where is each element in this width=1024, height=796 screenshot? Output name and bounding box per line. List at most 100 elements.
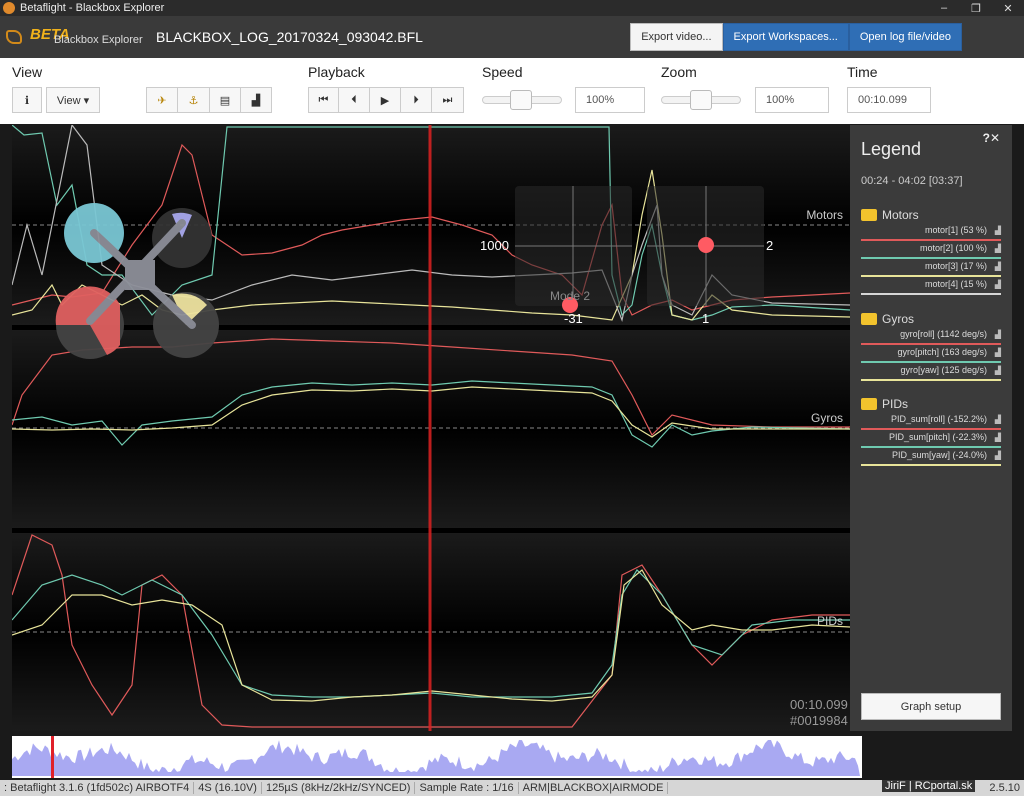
legend-title: Legend (861, 139, 922, 159)
stick-right-value-right: 2 (766, 238, 773, 253)
window-titlebar: Betaflight - Blackbox Explorer – ❐ ✕ (0, 0, 1024, 16)
seek-bar[interactable] (12, 736, 862, 778)
skip-end-icon[interactable]: ⏭ (432, 87, 464, 113)
speed-input[interactable]: 100% (575, 87, 645, 113)
legend-group-header[interactable]: Motors (861, 207, 1001, 223)
speed-label: Speed (482, 64, 523, 80)
legend-item[interactable]: gyro[pitch] (163 deg/s) ▟ (861, 345, 1001, 363)
status-bar: : Betaflight 3.1.6 (1fd502c) AIRBOTF4 4S… (0, 780, 1024, 796)
zoom-group: Zoom 100% (661, 64, 829, 113)
stick-right-value-bottom: 1 (702, 311, 709, 326)
toolbar: View ℹ View ▾ ✈ ⚓ ▤ ▟ Playback ⏮ ⏴ ▶ ⏵ ⏭… (0, 58, 1024, 124)
step-back-icon[interactable]: ⏴ (339, 87, 370, 113)
legend-item[interactable]: PID_sum[pitch] (-22.3%) ▟ (861, 430, 1001, 448)
legend-item[interactable]: motor[4] (15 %) ▟ (861, 277, 1001, 295)
spectrum-icon[interactable]: ▟ (995, 280, 1001, 289)
legend-panel: Legend ?✕ 00:24 - 04:02 [03:37] Motors m… (850, 125, 1012, 731)
status-loop-time: 125µS (8kHz/2kHz/SYNCED) (262, 782, 416, 794)
time-readout: 00:10.099 (790, 697, 848, 712)
view-group: View ℹ View ▾ ✈ ⚓ ▤ ▟ (12, 64, 272, 113)
legend-help-close-icon[interactable]: ?✕ (983, 131, 1000, 145)
stick-overlay-right (647, 186, 764, 306)
view-label: View (12, 64, 43, 80)
folder-icon (861, 209, 877, 221)
zoom-label: Zoom (661, 64, 697, 80)
status-credit: JiriF | RCportal.sk (882, 780, 976, 792)
pids-graph-label: PIDs (817, 614, 843, 628)
legend-item[interactable]: gyro[roll] (1142 deg/s) ▟ (861, 327, 1001, 345)
spectrum-icon[interactable]: ▟ (995, 330, 1001, 339)
folder-icon (861, 313, 877, 325)
status-flags: ARM|BLACKBOX|AIRMODE (519, 782, 669, 794)
spectrum-icon[interactable]: ▟ (995, 348, 1001, 357)
speed-slider[interactable] (482, 87, 562, 113)
betaflight-logo: BETA Blackbox Explorer (0, 16, 150, 58)
legend-group-gyros: Gyros gyro[roll] (1142 deg/s) ▟ gyro[pitc… (861, 311, 1001, 381)
window-title: Betaflight - Blackbox Explorer (20, 2, 165, 14)
stick-mode-label: Mode 2 (550, 289, 590, 303)
logo-mark-icon (6, 30, 22, 44)
minimize-button[interactable]: – (928, 2, 960, 15)
open-log-button[interactable]: Open log file/video (848, 23, 962, 51)
graph-setup-button[interactable]: Graph setup (861, 693, 1001, 720)
gyros-graph-label: Gyros (811, 411, 843, 425)
zoom-slider-handle[interactable] (690, 90, 712, 110)
spectrum-icon[interactable]: ▟ (995, 244, 1001, 253)
legend-item[interactable]: PID_sum[roll] (-152.2%) ▟ (861, 412, 1001, 430)
legend-item[interactable]: motor[1] (53 %) ▟ (861, 223, 1001, 241)
spectrum-icon[interactable]: ▟ (995, 451, 1001, 460)
step-forward-icon[interactable]: ⏵ (401, 87, 432, 113)
status-version: 2.5.10 (989, 782, 1020, 794)
status-sample-rate: Sample Rate : 1/16 (415, 782, 519, 794)
stick-left-value-bottom: -31 (564, 311, 583, 326)
play-icon[interactable]: ▶ (370, 87, 401, 113)
analyser-icon[interactable]: ▟ (241, 87, 272, 113)
legend-item[interactable]: PID_sum[yaw] (-24.0%) ▟ (861, 448, 1001, 466)
time-label: Time (847, 64, 878, 80)
folder-icon (861, 398, 877, 410)
legend-time-range: 00:24 - 04:02 [03:37] (861, 175, 963, 187)
speed-slider-handle[interactable] (510, 90, 532, 110)
spectrum-icon[interactable]: ▟ (995, 433, 1001, 442)
craft-body (125, 260, 155, 290)
zoom-slider[interactable] (661, 87, 741, 113)
logo-subtitle: Blackbox Explorer (54, 34, 143, 46)
motors-graph-label: Motors (806, 208, 843, 222)
info-icon[interactable]: ℹ (12, 87, 42, 113)
legend-item[interactable]: gyro[yaw] (125 deg/s) ▟ (861, 363, 1001, 381)
playback-label: Playback (308, 64, 365, 80)
time-input[interactable]: 00:10.099 (847, 87, 931, 113)
legend-item[interactable]: motor[2] (100 %) ▟ (861, 241, 1001, 259)
view-menu-button[interactable]: View ▾ (46, 87, 100, 113)
seek-bar-position-marker[interactable] (51, 736, 54, 778)
legend-group-header[interactable]: Gyros (861, 311, 1001, 327)
status-battery: 4S (16.10V) (194, 782, 262, 794)
graph-svg: 1000 -31 Mode 2 2 1 Motors Gyros PIDs 00… (12, 125, 850, 731)
close-button[interactable]: ✕ (992, 2, 1024, 15)
app-header: BETA Blackbox Explorer BLACKBOX_LOG_2017… (0, 16, 1024, 58)
stick-left-value-left: 1000 (480, 238, 509, 253)
log-graph-canvas[interactable]: 1000 -31 Mode 2 2 1 Motors Gyros PIDs 00… (12, 125, 850, 731)
spectrum-icon[interactable]: ▟ (995, 415, 1001, 424)
app-icon (3, 2, 15, 14)
time-group: Time 00:10.099 (847, 64, 931, 113)
craft-3d-icon[interactable]: ✈ (146, 87, 178, 113)
sticks-icon[interactable]: ⚓ (178, 87, 210, 113)
table-icon[interactable]: ▤ (210, 87, 241, 113)
log-filename: BLACKBOX_LOG_20170324_093042.BFL (156, 29, 423, 45)
stick-right-dot (698, 237, 714, 253)
spectrum-icon[interactable]: ▟ (995, 366, 1001, 375)
legend-group-motors: Motors motor[1] (53 %) ▟ motor[2] (100 %)… (861, 207, 1001, 295)
legend-group-header[interactable]: PIDs (861, 396, 1001, 412)
maximize-button[interactable]: ❐ (960, 2, 992, 15)
spectrum-icon[interactable]: ▟ (995, 262, 1001, 271)
zoom-input[interactable]: 100% (755, 87, 829, 113)
speed-group: Speed 100% (482, 64, 645, 113)
skip-start-icon[interactable]: ⏮ (308, 87, 339, 113)
legend-group-pids: PIDs PID_sum[roll] (-152.2%) ▟ PID_sum[pi… (861, 396, 1001, 466)
export-workspaces-button[interactable]: Export Workspaces... (722, 23, 849, 51)
legend-item[interactable]: motor[3] (17 %) ▟ (861, 259, 1001, 277)
seek-bar-activity (12, 736, 860, 778)
spectrum-icon[interactable]: ▟ (995, 226, 1001, 235)
export-video-button[interactable]: Export video... (630, 23, 723, 51)
